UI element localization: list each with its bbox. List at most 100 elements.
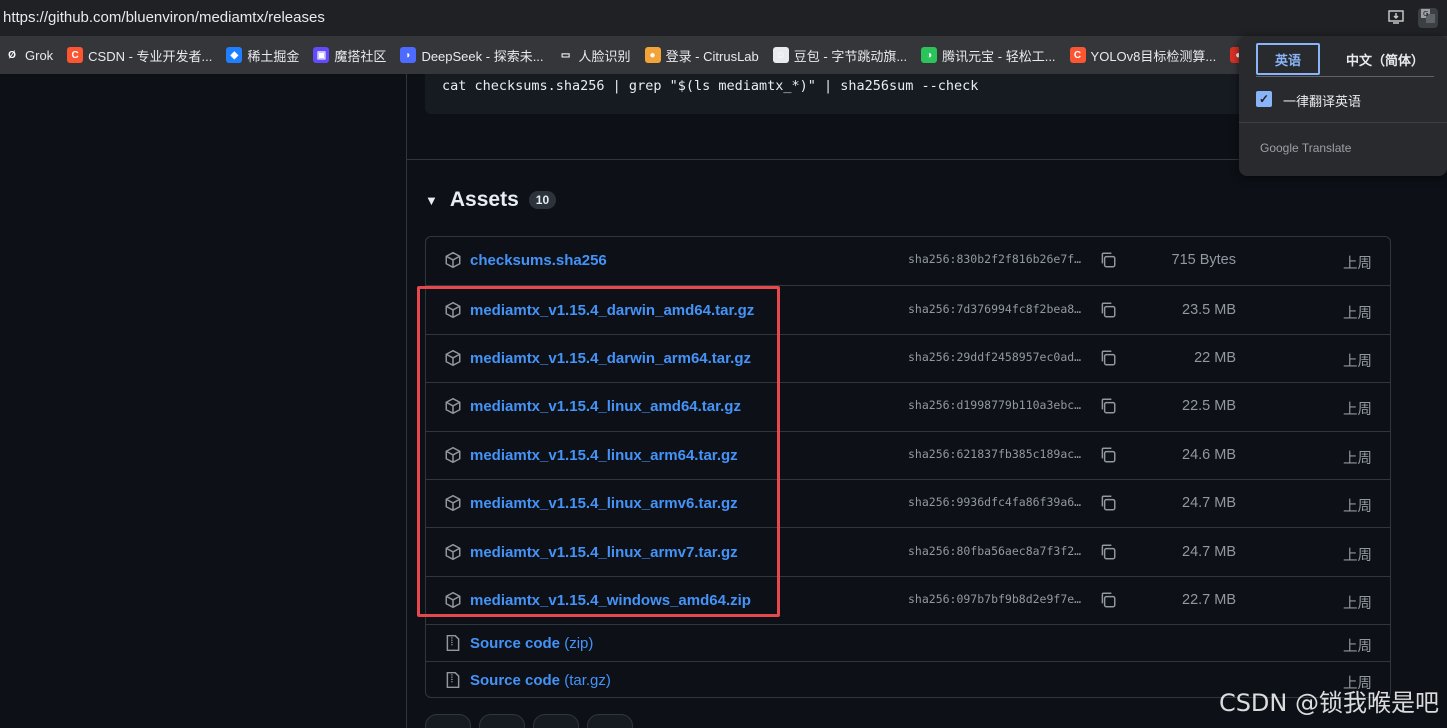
copy-icon[interactable] <box>1099 301 1117 319</box>
asset-size: 24.7 MB <box>1182 543 1236 560</box>
bookmark-item[interactable]: C YOLOv8目标检测算... <box>1069 46 1217 65</box>
asset-size: 24.6 MB <box>1182 446 1236 463</box>
asset-date: 上周 <box>1343 595 1372 612</box>
bookmark-item[interactable]: ● 登录 - CitrusLab <box>644 46 759 65</box>
github-page: cat checksums.sha256 | grep "$(ls mediam… <box>0 74 1447 728</box>
translate-popup: 英语 中文（简体） ✓ 一律翻译英语 Google Translate <box>1239 36 1447 176</box>
translate-icon[interactable]: G <box>1418 8 1438 28</box>
bookmark-label: DeepSeek - 探索未... <box>421 48 544 64</box>
asset-download-link[interactable]: mediamtx_v1.15.4_linux_amd64.tar.gz <box>470 398 741 415</box>
asset-size: 715 Bytes <box>1171 252 1237 269</box>
google-translate-logo: Google Translate <box>1260 141 1352 155</box>
asset-download-link[interactable]: checksums.sha256 <box>470 252 607 269</box>
asset-download-link[interactable]: mediamtx_v1.15.4_windows_amd64.zip <box>470 592 751 609</box>
doubao-icon: ☺ <box>772 47 789 63</box>
asset-row: checksums.sha256 sha256:830b2f2f816b26e7f… <box>426 237 1390 285</box>
bookmark-label: YOLOv8目标检测算... <box>1090 48 1217 64</box>
package-icon <box>444 494 462 512</box>
copy-icon[interactable] <box>1099 446 1117 464</box>
bookmark-item[interactable]: ◑ 腾讯元宝 - 轻松工... <box>921 46 1056 65</box>
bookmark-label: 稀土掘金 <box>247 48 300 64</box>
bookmark-label: 人脸识别 <box>578 48 631 64</box>
copy-icon[interactable] <box>1099 251 1117 269</box>
asset-sha256: sha256:621837fb385c189ac… <box>908 446 1082 461</box>
asset-size: 24.7 MB <box>1182 495 1236 512</box>
asset-row: mediamtx_v1.15.4_linux_armv6.tar.gz sha25… <box>426 479 1390 527</box>
asset-size: 22.5 MB <box>1182 398 1236 415</box>
bookmark-label: 腾讯元宝 - 轻松工... <box>942 48 1056 64</box>
source-code-row: Source code (zip) 上周 <box>426 624 1390 661</box>
asset-date: 上周 <box>1343 547 1372 564</box>
assets-list: checksums.sha256 sha256:830b2f2f816b26e7f… <box>425 236 1391 698</box>
bookmark-item[interactable]: ◗ DeepSeek - 探索未... <box>400 46 544 65</box>
bookmark-item[interactable]: ☺ 豆包 - 字节跳动旗... <box>772 46 907 65</box>
source-code-date: 上周 <box>1343 638 1372 655</box>
install-app-icon[interactable] <box>1386 8 1406 28</box>
asset-download-link[interactable]: mediamtx_v1.15.4_linux_armv7.tar.gz <box>470 544 738 561</box>
copy-icon[interactable] <box>1099 591 1117 609</box>
copy-icon[interactable] <box>1099 349 1117 367</box>
bookmark-item[interactable]: ▭ 人脸识别 <box>557 46 631 65</box>
grok-icon: Ø <box>4 47 20 63</box>
package-icon <box>444 349 462 367</box>
reaction-button[interactable] <box>587 714 633 728</box>
yuanbao-icon: ◑ <box>921 47 938 63</box>
caret-down-icon[interactable]: ▼ <box>425 193 438 208</box>
bookmark-label: 魔搭社区 <box>334 48 387 64</box>
asset-size: 23.5 MB <box>1182 301 1236 318</box>
modelscope-icon: ▣ <box>313 47 330 63</box>
citruslab-icon: ● <box>644 47 661 63</box>
copy-icon[interactable] <box>1099 543 1117 561</box>
popup-separator <box>1239 122 1447 123</box>
asset-download-link[interactable]: mediamtx_v1.15.4_darwin_arm64.tar.gz <box>470 350 751 367</box>
source-code-label: Source code <box>470 671 561 689</box>
source-code-link[interactable]: Source code (tar.gz) <box>470 672 611 689</box>
tab-source-language[interactable]: 英语 <box>1256 43 1320 75</box>
asset-date: 上周 <box>1343 305 1372 322</box>
asset-row: mediamtx_v1.15.4_darwin_arm64.tar.gz sha2… <box>426 333 1390 382</box>
always-translate-checkbox[interactable]: ✓ <box>1256 91 1272 107</box>
asset-date: 上周 <box>1343 353 1372 370</box>
asset-date: 上周 <box>1343 450 1372 467</box>
juejin-icon: ◆ <box>226 47 243 63</box>
bookmark-item[interactable]: ▣ 魔搭社区 <box>313 46 386 65</box>
reaction-button[interactable] <box>533 714 579 728</box>
assets-header[interactable]: ▼ Assets 10 <box>425 188 557 212</box>
tab-divider <box>1256 76 1434 77</box>
bookmark-item[interactable]: Ø Grok <box>4 47 53 63</box>
tab-target-language[interactable]: 中文（简体） <box>1331 43 1439 75</box>
package-icon <box>444 301 462 319</box>
reaction-button[interactable] <box>425 714 471 728</box>
bookmark-item[interactable]: ◆ 稀土掘金 <box>226 46 299 65</box>
asset-size: 22.7 MB <box>1182 591 1236 608</box>
asset-row: mediamtx_v1.15.4_darwin_amd64.tar.gz sha2… <box>426 285 1390 333</box>
asset-sha256: sha256:830b2f2f816b26e7f… <box>908 252 1082 267</box>
package-icon <box>444 251 462 269</box>
asset-row: mediamtx_v1.15.4_windows_amd64.zip sha256… <box>426 575 1390 624</box>
source-code-link[interactable]: Source code (zip) <box>470 635 593 652</box>
url-text[interactable]: https://github.com/bluenviron/mediamtx/r… <box>3 9 325 26</box>
asset-date: 上周 <box>1343 256 1372 273</box>
reaction-button[interactable] <box>479 714 525 728</box>
csdn-icon: C <box>1069 47 1086 63</box>
left-pane <box>0 74 407 728</box>
bookmark-label: CSDN - 专业开发者... <box>88 48 213 64</box>
watermark: CSDN @锁我喉是吧 <box>1218 689 1439 717</box>
bookmark-item[interactable]: C CSDN - 专业开发者... <box>67 46 212 65</box>
source-code-label: Source code <box>470 634 561 652</box>
package-icon <box>444 446 462 464</box>
source-code-ext: (tar.gz) <box>564 671 611 689</box>
asset-sha256: sha256:29ddf2458957ec0ad… <box>908 349 1082 364</box>
asset-row: mediamtx_v1.15.4_linux_arm64.tar.gz sha25… <box>426 430 1390 479</box>
asset-download-link[interactable]: mediamtx_v1.15.4_linux_armv6.tar.gz <box>470 495 738 512</box>
always-translate-label[interactable]: 一律翻译英语 <box>1283 91 1361 110</box>
asset-date: 上周 <box>1343 402 1372 419</box>
copy-icon[interactable] <box>1099 397 1117 415</box>
asset-download-link[interactable]: mediamtx_v1.15.4_linux_arm64.tar.gz <box>470 447 738 464</box>
address-bar[interactable]: https://github.com/bluenviron/mediamtx/r… <box>0 0 1447 36</box>
asset-download-link[interactable]: mediamtx_v1.15.4_darwin_amd64.tar.gz <box>470 302 754 319</box>
assets-title: Assets <box>449 188 519 211</box>
copy-icon[interactable] <box>1099 494 1117 512</box>
assets-count-badge: 10 <box>528 191 557 209</box>
file-zip-icon <box>444 671 462 689</box>
